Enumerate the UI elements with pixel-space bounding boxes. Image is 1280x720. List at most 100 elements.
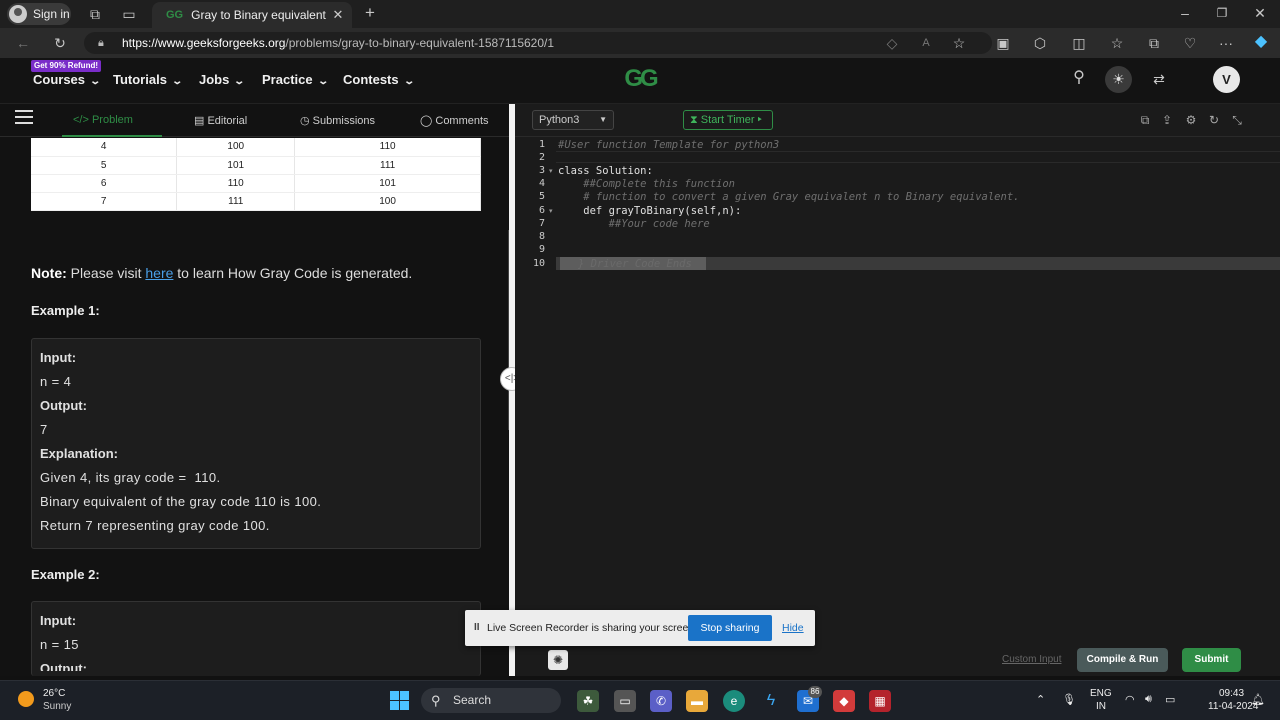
tray-overflow-icon[interactable]: ⌃ [1036,693,1045,706]
settings-gear-icon[interactable]: ⚙ [1183,112,1199,128]
wifi-icon[interactable]: ◠ [1125,693,1135,706]
clock-time[interactable]: 09:43 [1219,688,1244,699]
copilot-icon[interactable]: ◆ [1252,34,1270,50]
tab-submissions-label: Submissions [312,115,376,127]
nav-courses[interactable]: Courses ⌄ [33,72,101,87]
language-value: Python3 [539,114,580,126]
example1-explanation-label: Explanation: [40,446,119,461]
collections-icon[interactable]: ⧉ [1145,35,1163,51]
tab-submissions[interactable]: ◷ Submissions [300,114,375,127]
note-link[interactable]: here [145,265,173,281]
upload-icon[interactable]: ⇪ [1159,112,1175,128]
tab-comments[interactable]: ◯ Comments [420,114,489,127]
new-tab-icon[interactable]: + [361,4,379,21]
timer-icon: ⧗ [690,114,698,126]
note-before: Please visit [66,265,146,281]
weather-condition[interactable]: Sunny [43,701,71,712]
code-line[interactable]: def grayToBinary(self,n): [558,205,741,217]
power-automate-icon[interactable]: ϟ [760,690,782,712]
compile-run-button[interactable]: Compile & Run [1077,648,1168,672]
code-line[interactable]: #User function Template for python3 [558,139,779,151]
line-number: 10 [532,258,545,269]
fold-arrow-icon[interactable]: ▾ [549,167,553,175]
translate-icon[interactable]: ⇄ [1150,71,1168,87]
volume-icon[interactable]: 🔊︎ [1145,693,1152,706]
favorite-star-icon[interactable]: ☆ [950,35,968,51]
line-number: 5 [538,191,545,202]
workspaces-icon[interactable]: ⧉ [86,6,104,22]
code-line[interactable]: ##Your code here [558,218,710,230]
theme-toggle-icon[interactable]: ☀ [1105,66,1132,93]
nav-tutorials[interactable]: Tutorials ⌄ [113,72,183,87]
nav-jobs-label: Jobs [199,72,230,87]
url-field[interactable]: 🔒︎ https://www.geeksforgeeks.org/problem… [84,32,992,54]
task-view-icon[interactable]: ▭ [614,690,636,712]
example1-title: Example 1: [31,303,100,318]
avatar[interactable]: V [1213,66,1240,93]
code-line[interactable]: ##Complete this function [558,178,735,190]
tag-icon[interactable]: ◇ [883,35,901,51]
submit-button[interactable]: Submit [1182,648,1241,672]
close-window-icon[interactable]: ✕ [1251,5,1269,21]
fold-arrow-icon[interactable]: ▾ [549,207,553,215]
example2-input-label: Input: [40,613,77,628]
battery-icon[interactable]: ▭ [1165,693,1175,706]
line-number: 4 [538,178,545,189]
code-line[interactable]: } Driver Code Ends [578,258,692,270]
windows-start-icon[interactable] [390,691,409,710]
file-explorer-icon[interactable]: ▬ [686,690,708,712]
teams-app-icon[interactable]: ✆ [650,690,672,712]
sign-in-button[interactable]: Sign in [7,3,71,25]
widgets-app-icon[interactable]: ☘ [577,690,599,712]
custom-input-link[interactable]: Custom Input [1002,654,1061,665]
edge-browser-icon[interactable]: e [723,690,745,712]
gfg-favicon-icon: GG [166,9,184,21]
favorites-icon[interactable]: ☆ [1108,35,1126,51]
table-cell: 110 [294,138,481,157]
hide-banner-link[interactable]: Hide [782,622,804,634]
stop-sharing-button[interactable]: Stop sharing [688,615,772,641]
fullscreen-icon[interactable]: ⤡ [1229,112,1245,128]
table-cell: 6 [31,174,178,193]
copy-icon[interactable]: ⧉ [1137,112,1153,128]
hint-bulb-icon[interactable]: ✺ [548,650,568,670]
maximize-icon[interactable]: ❐ [1213,5,1231,21]
tab-actions-icon[interactable]: ▭ [120,6,138,22]
more-menu-icon[interactable]: ··· [1217,35,1235,51]
hamburger-menu-icon[interactable] [15,110,33,124]
language-select[interactable]: Python3 ▼ [532,110,614,130]
code-line[interactable]: # function to convert a given Gray equiv… [558,191,1019,203]
read-aloud-icon[interactable]: A [917,35,935,51]
tab-active[interactable]: GG Gray to Binary equivalent | Practi ✕ [152,2,352,28]
tab-editorial[interactable]: ▤ Editorial [194,114,247,127]
recorder-app-icon[interactable]: ▦ [869,690,891,712]
extensions-icon[interactable]: ⬡ [1031,35,1049,51]
code-line[interactable]: class Solution: [558,165,653,177]
store-app-icon[interactable]: ◆ [833,690,855,712]
reset-icon[interactable]: ↻ [1206,112,1222,128]
weather-temp[interactable]: 26°C [43,688,65,699]
gfg-logo[interactable]: GG [614,66,666,92]
region-indicator[interactable]: IN [1096,701,1106,712]
mail-badge: 86 [808,686,822,698]
close-tab-icon[interactable]: ✕ [330,7,346,23]
language-indicator[interactable]: ENG [1090,688,1112,699]
nav-practice[interactable]: Practice ⌄ [262,72,329,87]
split-screen-icon[interactable]: ◫ [1070,35,1088,51]
notifications-bell-icon[interactable]: 🔔︎ [1251,693,1265,706]
browser-essentials-icon[interactable]: ♡ [1181,35,1199,51]
weather-sun-icon[interactable] [18,691,34,707]
example1-explanation-line: Binary equivalent of the gray code 110 i… [40,494,322,509]
nav-contests[interactable]: Contests ⌄ [343,72,415,87]
nav-jobs[interactable]: Jobs ⌄ [199,72,245,87]
microphone-icon[interactable]: 🎙︎ [1062,693,1076,706]
screen-recorder-icon[interactable]: ▣ [994,35,1012,51]
search-icon[interactable]: ⚲ [1070,70,1088,86]
refresh-icon[interactable]: ↻ [51,35,69,51]
start-timer-button[interactable]: ⧗ Start Timer ▸ [683,110,773,130]
example1-output-value: 7 [40,422,48,437]
back-icon[interactable]: ← [14,35,32,51]
tab-problem[interactable]: </> Problem [73,114,133,126]
minimize-icon[interactable]: – [1176,5,1194,21]
taskbar-search[interactable]: ⚲ Search [421,688,561,713]
